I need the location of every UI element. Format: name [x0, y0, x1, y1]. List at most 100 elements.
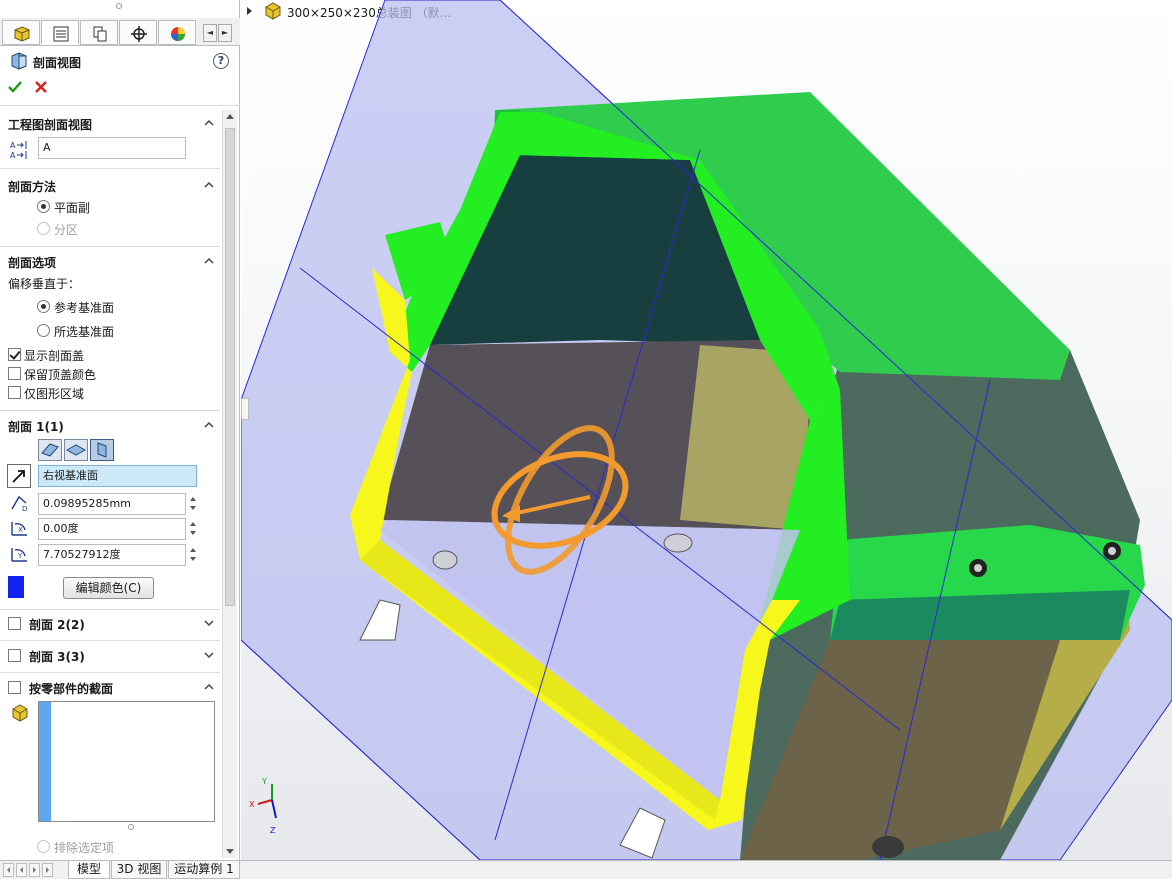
reference-direction-icon[interactable]	[7, 464, 31, 488]
divider	[0, 246, 220, 247]
panel-resize-grip[interactable]	[0, 0, 240, 16]
property-manager-header: 剖面视图 ?	[0, 48, 240, 106]
scroll-up-arrow-icon[interactable]	[226, 114, 234, 119]
tab-3d-view[interactable]: 3D 视图	[111, 861, 167, 879]
section-front-plane-icon[interactable]	[38, 439, 62, 461]
section-label-input[interactable]: A	[38, 137, 186, 159]
checkbox-label-graphics-only: 仅图形区域	[24, 387, 85, 401]
color-wheel-icon	[171, 27, 185, 41]
checkbox-section-3[interactable]	[8, 649, 21, 662]
chevron-down-icon[interactable]	[204, 618, 214, 628]
group-title-section-1: 剖面 1(1)	[8, 420, 64, 434]
tab-property-manager[interactable]	[41, 20, 79, 45]
chevron-up-icon[interactable]	[204, 118, 214, 128]
group-title-drawing-section: 工程图剖面视图	[8, 118, 93, 132]
rotate-x-icon: X	[11, 522, 27, 536]
radio-zonal[interactable]	[37, 222, 50, 235]
manager-tabs: ◄ ►	[0, 18, 240, 46]
section-top-plane-icon[interactable]	[64, 439, 88, 461]
tab-dimxpert-manager[interactable]	[119, 20, 157, 45]
checkbox-keep-cap-color[interactable]	[8, 367, 21, 380]
svg-text:A: A	[10, 141, 16, 150]
component-selection-list[interactable]	[38, 701, 215, 822]
help-icon[interactable]: ?	[213, 53, 229, 69]
component-icon	[12, 704, 28, 722]
svg-text:D: D	[22, 505, 27, 513]
svg-text:X: X	[18, 526, 23, 534]
part-cube-icon	[14, 26, 30, 42]
radio-selected-plane[interactable]	[37, 324, 50, 337]
checkbox-label-show-section-cap: 显示剖面盖	[24, 349, 85, 363]
panel-splitter-handle[interactable]	[241, 398, 249, 420]
section-view-icon	[11, 52, 27, 70]
property-manager-title: 剖面视图	[33, 56, 82, 70]
property-list-icon	[53, 26, 69, 42]
section-cap-color-swatch[interactable]	[8, 576, 24, 598]
chevron-up-icon[interactable]	[204, 180, 214, 190]
radio-label-reference-plane: 参考基准面	[54, 301, 115, 315]
cancel-x-button[interactable]	[34, 80, 48, 94]
angle-y-spinner[interactable]	[189, 544, 199, 566]
tab-motion-study-1[interactable]: 运动算例 1	[168, 861, 240, 879]
group-title-by-component: 按零部件的截面	[29, 682, 114, 696]
offset-distance-icon: D	[11, 495, 27, 513]
group-title-section-options: 剖面选项	[8, 256, 57, 270]
radio-label-zonal: 分区	[54, 223, 79, 237]
tab-feature-manager[interactable]	[2, 20, 40, 45]
graphics-viewport[interactable]: 300×250×230总装图 （默... Y X Z	[241, 0, 1172, 860]
tab-nav-first-button[interactable]	[3, 863, 14, 877]
rotate-y-icon: Y	[11, 548, 27, 562]
configuration-icon	[93, 26, 107, 42]
axis-triad-icon: Y X Z	[249, 777, 277, 835]
chevron-down-icon[interactable]	[204, 650, 214, 660]
tab-nav-next-button[interactable]	[29, 863, 40, 877]
section-right-plane-icon[interactable]	[90, 439, 114, 461]
checkbox-graphics-only[interactable]	[8, 386, 21, 399]
group-title-section-2: 剖面 2(2)	[29, 618, 85, 632]
svg-text:X: X	[249, 800, 255, 809]
angle-x-spinner[interactable]	[189, 518, 199, 540]
radio-reference-plane[interactable]	[37, 300, 50, 313]
svg-text:Y: Y	[17, 552, 23, 560]
offset-spinner[interactable]	[189, 493, 199, 515]
solidworks-window: ◄ ► 剖面视图 ? 工程图剖面视图 AA A 剖面方法 平面副 分区 剖面选项…	[0, 0, 1172, 879]
tabs-scroll-left-button[interactable]: ◄	[203, 24, 217, 42]
svg-text:Y: Y	[261, 777, 267, 786]
svg-text:A: A	[10, 151, 16, 160]
checkbox-by-component[interactable]	[8, 681, 21, 694]
scrollbar-thumb[interactable]	[225, 128, 235, 606]
section-reference-plane-field[interactable]: 右视基准面	[38, 465, 197, 487]
tab-nav-last-button[interactable]	[42, 863, 53, 877]
group-title-section-method: 剖面方法	[8, 180, 57, 194]
list-resize-grip[interactable]	[128, 824, 134, 830]
panel-scrollbar[interactable]	[222, 110, 237, 858]
checkbox-label-keep-cap-color: 保留顶盖颜色	[24, 368, 97, 382]
section-offset-input[interactable]: 0.09895285mm	[38, 493, 186, 515]
tab-nav-prev-button[interactable]	[16, 863, 27, 877]
checkbox-show-section-cap[interactable]	[8, 348, 21, 361]
tab-model[interactable]: 模型	[68, 861, 110, 879]
crosshair-target-icon	[131, 26, 147, 42]
tabs-scroll-right-button[interactable]: ►	[218, 24, 232, 42]
offset-normal-label: 偏移垂直于：	[8, 277, 81, 291]
tab-configuration-manager[interactable]	[80, 20, 118, 45]
divider	[0, 672, 220, 673]
radio-exclude-selected[interactable]	[37, 840, 50, 853]
edit-color-button[interactable]: 编辑颜色(C)	[63, 577, 154, 599]
chevron-up-icon[interactable]	[204, 256, 214, 266]
checkbox-section-2[interactable]	[8, 617, 21, 630]
chevron-up-icon[interactable]	[204, 420, 214, 430]
divider	[0, 410, 220, 411]
scroll-down-arrow-icon[interactable]	[226, 849, 234, 854]
tab-display-manager[interactable]	[158, 20, 196, 45]
radio-label-planar: 平面副	[54, 201, 91, 215]
ok-checkmark-button[interactable]	[7, 79, 23, 95]
svg-text:Z: Z	[270, 826, 276, 835]
chevron-up-icon[interactable]	[204, 682, 214, 692]
section-angle-y-input[interactable]: 7.70527912度	[38, 544, 186, 566]
property-manager-panel: ◄ ► 剖面视图 ? 工程图剖面视图 AA A 剖面方法 平面副 分区 剖面选项…	[0, 0, 240, 860]
section-angle-x-input[interactable]: 0.00度	[38, 518, 186, 540]
radio-label-exclude-selected: 排除选定项	[54, 841, 115, 855]
radio-planar[interactable]	[37, 200, 50, 213]
section-model-graphic: Y X Z	[241, 0, 1172, 860]
